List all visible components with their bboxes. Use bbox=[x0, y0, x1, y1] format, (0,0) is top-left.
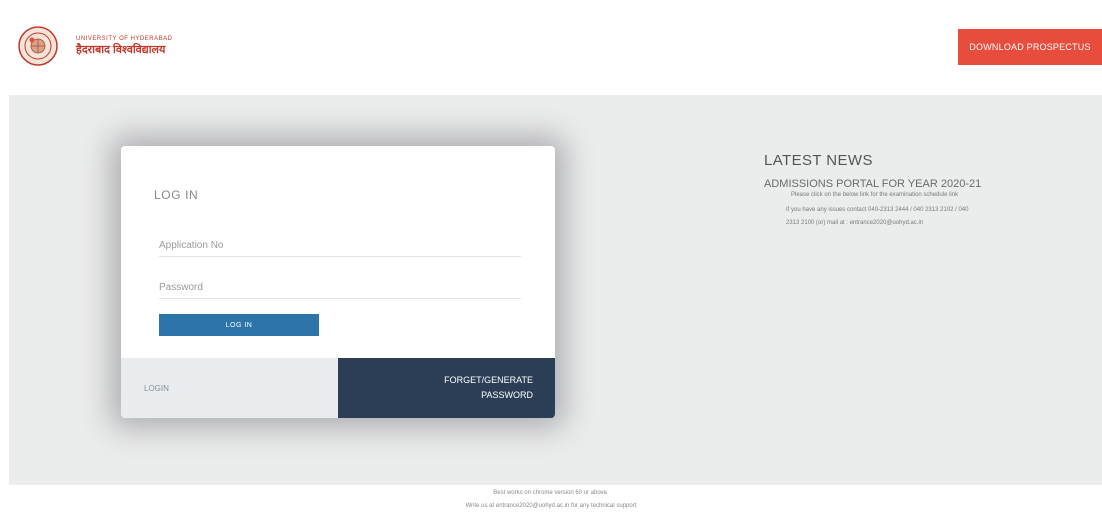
university-emblem-icon bbox=[18, 26, 58, 66]
application-no-input[interactable] bbox=[159, 234, 521, 257]
login-tab[interactable]: LOGIN bbox=[121, 358, 338, 418]
forget-password-label-line2: PASSWORD bbox=[481, 390, 533, 400]
news-item: 2313 2100 (or) mail at : entrance2020@uo… bbox=[786, 220, 924, 226]
forget-password-label-line1: FORGET/GENERATE bbox=[444, 375, 533, 385]
latest-news-panel: LATEST NEWS ADMISSIONS PORTAL FOR YEAR 2… bbox=[764, 152, 1102, 228]
forget-generate-password-tab[interactable]: FORGET/GENERATE PASSWORD bbox=[338, 358, 555, 418]
logo-english-name: UNIVERSITY OF HYDERABAD bbox=[76, 36, 173, 42]
login-button[interactable]: LOG IN bbox=[159, 314, 319, 336]
header: UNIVERSITY OF HYDERABAD हैदराबाद विश्ववि… bbox=[0, 0, 1102, 95]
support-contact-note: Write us at entrance2020@uohyd.ac.in for… bbox=[465, 503, 637, 509]
login-tab-label: LOGIN bbox=[144, 383, 169, 393]
logo-hindi-name: हैदराबाद विश्वविद्यालय bbox=[76, 44, 166, 56]
news-item[interactable]: Please click on the below link for the e… bbox=[791, 191, 1102, 200]
login-title: LOG IN bbox=[154, 188, 199, 202]
login-card: LOG IN LOG IN LOGIN FORGET/GENERATE PASS… bbox=[121, 146, 555, 418]
news-item: If you have any issues contact 040-2313 … bbox=[786, 207, 969, 213]
university-logo-text[interactable]: UNIVERSITY OF HYDERABAD हैदराबाद विश्ववि… bbox=[76, 35, 172, 57]
news-subheading: ADMISSIONS PORTAL FOR YEAR 2020-21 bbox=[764, 178, 982, 190]
password-input[interactable] bbox=[159, 276, 521, 299]
download-prospectus-button[interactable]: DOWNLOAD PROSPECTUS bbox=[958, 29, 1102, 65]
browser-support-note: Best works on chrome version 60 or above… bbox=[493, 490, 609, 496]
main-content: LOG IN LOG IN LOGIN FORGET/GENERATE PASS… bbox=[9, 95, 1102, 485]
news-heading: LATEST NEWS bbox=[764, 152, 873, 169]
